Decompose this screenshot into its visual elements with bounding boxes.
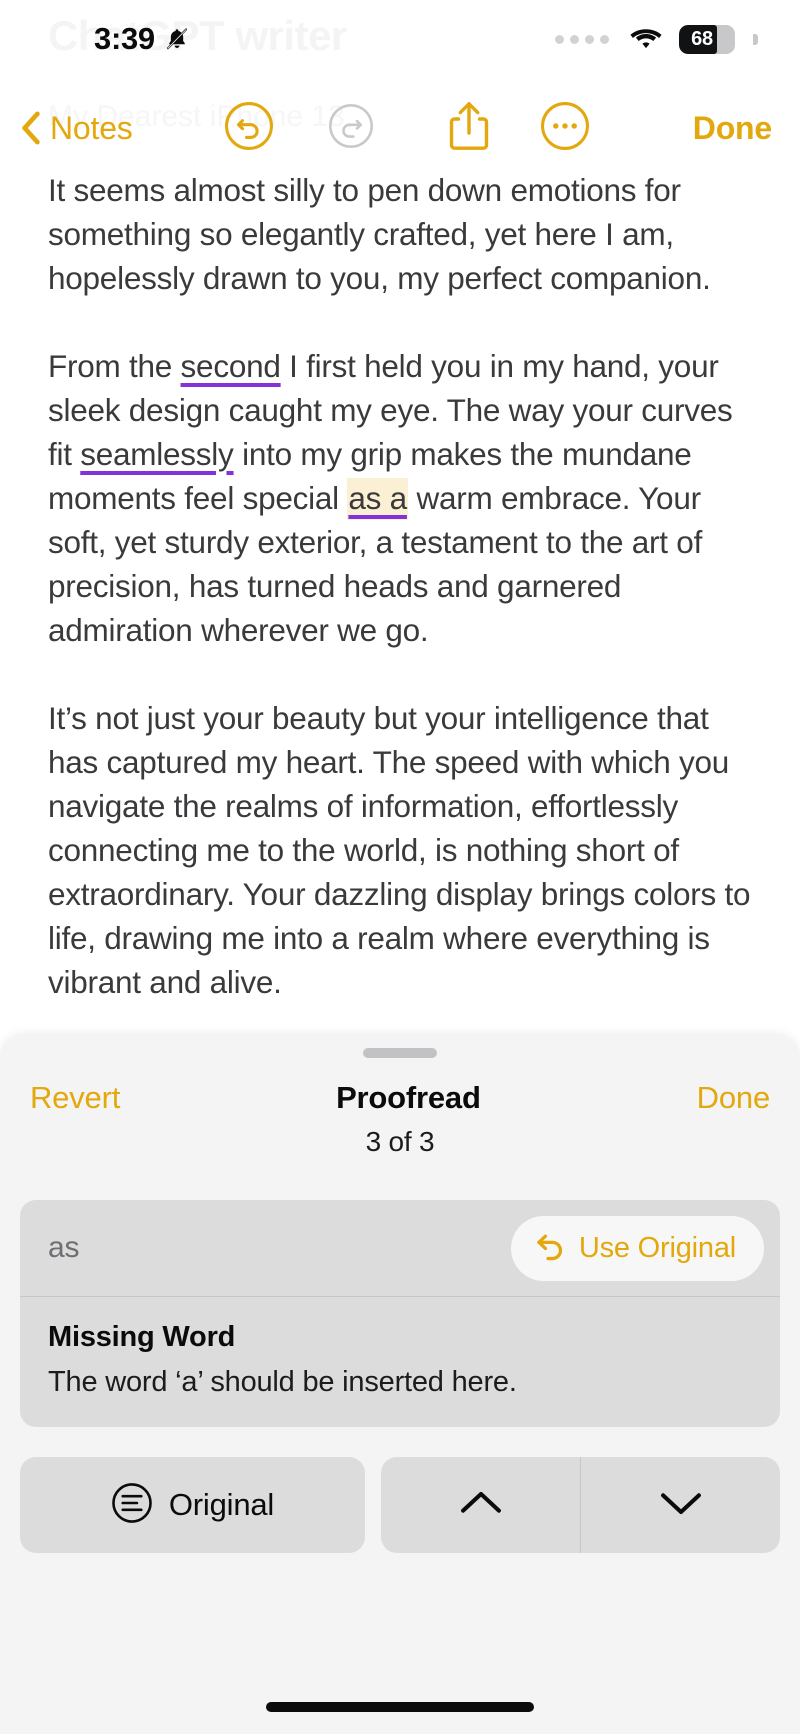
note-paragraph: It’s not just your beauty but your intel… (48, 696, 756, 1004)
cellular-dots-icon (555, 34, 613, 44)
chevron-up-icon (458, 1487, 504, 1524)
suggestion-counter: 3 of 3 (365, 1126, 435, 1157)
back-button-label: Notes (50, 109, 133, 146)
phone-screen: ChatGPT writer My Dearest iPhone 13, 3:3… (0, 0, 800, 1734)
note-toolbar: Notes Done (0, 92, 800, 164)
chevron-left-icon (20, 110, 42, 146)
note-paragraph: It seems almost silly to pen down emotio… (48, 168, 756, 300)
status-time: 3:39 (94, 21, 155, 56)
battery-indicator: 68 (679, 24, 735, 54)
note-paragraph: From the second I first held you in my h… (48, 344, 756, 652)
proofread-action-row: Original (20, 1457, 780, 1553)
previous-suggestion-button[interactable] (381, 1457, 580, 1553)
use-original-button[interactable]: Use Original (510, 1215, 764, 1281)
suggestion-card: as Use Original Missing Word The word ‘a… (20, 1200, 780, 1427)
undo-arrow-icon (533, 1229, 567, 1268)
status-bar-left: 3:39 (50, 21, 300, 57)
suggestion-card-top: as Use Original (20, 1200, 780, 1296)
text-run: It seems almost silly to pen down emotio… (48, 172, 711, 296)
status-bar-right: 68 (555, 24, 758, 54)
original-word-label: as (48, 1231, 80, 1264)
ellipsis-circle-icon[interactable] (539, 100, 591, 157)
revert-button[interactable]: Revert (30, 1080, 120, 1116)
suggestion-word-seamlessly[interactable]: seamlessly (80, 436, 234, 472)
battery-percent-label: 68 (691, 27, 713, 50)
next-suggestion-button[interactable] (581, 1457, 780, 1553)
home-indicator (266, 1702, 534, 1712)
show-original-label: Original (168, 1487, 275, 1522)
suggestion-nav-group (381, 1457, 780, 1553)
document-lines-icon (111, 1482, 153, 1529)
text-run: It’s not just your beauty but your intel… (48, 700, 751, 1000)
bell-slash-icon (164, 25, 190, 53)
undo-circle-icon[interactable] (223, 100, 275, 157)
wifi-icon (629, 26, 663, 52)
use-original-label: Use Original (578, 1231, 736, 1264)
battery-cap (753, 33, 758, 45)
proofread-title-wrap: Proofread (336, 1080, 481, 1116)
note-text-area[interactable]: It seems almost silly to pen down emotio… (0, 168, 800, 1004)
toolbar-done-button[interactable]: Done (693, 110, 772, 147)
redo-circle-icon[interactable] (327, 102, 375, 155)
sheet-grabber-handle[interactable] (363, 1048, 437, 1058)
proofread-title: Proofread (336, 1080, 481, 1115)
suggestion-description: The word ‘a’ should be inserted here. (48, 1366, 517, 1398)
proofread-sheet: Revert Proofread Done 3 of 3 as Use Orig… (0, 1034, 800, 1734)
share-up-icon[interactable] (445, 98, 493, 159)
suggestion-card-bottom: Missing Word The word ‘a’ should be inse… (20, 1297, 780, 1427)
suggestion-kind-label: Missing Word (48, 1321, 236, 1353)
chevron-down-icon (658, 1487, 704, 1524)
back-to-notes-button[interactable]: Notes (20, 110, 133, 147)
status-bar: 3:39 68 (0, 0, 800, 78)
suggestion-word-second[interactable]: second (181, 348, 281, 384)
show-original-button[interactable]: Original (20, 1457, 365, 1553)
text-run: From the (48, 348, 181, 384)
active-suggestion-as-a[interactable]: as a (347, 478, 408, 520)
proofread-done-button[interactable]: Done (697, 1080, 771, 1116)
proofread-sheet-header: Revert Proofread Done (0, 1058, 800, 1116)
